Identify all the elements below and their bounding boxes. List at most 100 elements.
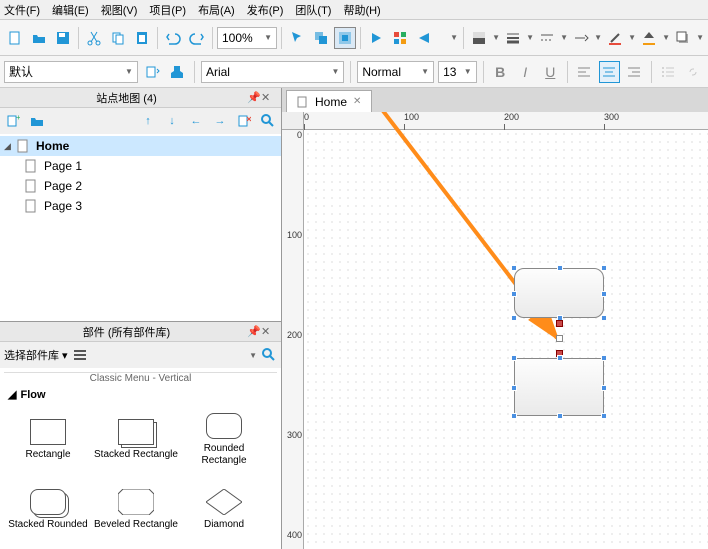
shape-rect[interactable]	[514, 358, 604, 416]
tree-page-2[interactable]: Page 2	[0, 176, 281, 196]
sitemap-tree: ◢ Home Page 1 Page 2 Page 3	[0, 134, 281, 321]
arrow-style-button[interactable]	[570, 27, 592, 49]
fill-color-dropdown[interactable]: ▼	[662, 33, 670, 42]
pin-icon[interactable]: 📌	[247, 91, 261, 104]
page-icon	[24, 179, 40, 193]
align-left-button[interactable]	[574, 61, 595, 83]
select-contain-button[interactable]	[334, 27, 356, 49]
toolbar-main: 100%▼ ▼ ▼ ▼ ▼ ▼ ▼ ▼ ▼	[0, 20, 708, 56]
close-icon[interactable]: ✕	[261, 91, 275, 104]
move-up-button[interactable]: ↑	[139, 112, 157, 130]
connector-mid[interactable]	[556, 335, 563, 342]
svg-text:+: +	[16, 114, 20, 122]
align-center-button[interactable]	[599, 61, 620, 83]
widget-beveled-rectangle[interactable]: Beveled Rectangle	[92, 475, 180, 545]
ruler-vertical[interactable]: 0 100 200 300 400	[282, 130, 304, 549]
widget-stacked-rectangle[interactable]: Stacked Rectangle	[92, 405, 180, 475]
menu-publish[interactable]: 发布(P)	[247, 2, 284, 18]
search-sitemap-button[interactable]	[259, 112, 277, 130]
tab-close-button[interactable]: ✕	[353, 96, 361, 107]
line-width-button[interactable]	[502, 27, 524, 49]
bold-button[interactable]: B	[490, 61, 511, 83]
paragraph-combo[interactable]: Normal▼	[357, 61, 434, 83]
line-color-button[interactable]	[604, 27, 626, 49]
font-size-combo[interactable]: 13▼	[438, 61, 477, 83]
widget-stacked-rounded[interactable]: Stacked Rounded	[4, 475, 92, 545]
ruler-corner	[282, 112, 304, 130]
menu-edit[interactable]: 编辑(E)	[52, 2, 89, 18]
format-painter-button[interactable]	[167, 61, 188, 83]
close-icon[interactable]: ✕	[261, 325, 275, 338]
align-right-button[interactable]	[624, 61, 645, 83]
pin-icon[interactable]: 📌	[247, 325, 261, 338]
fill-color-button[interactable]	[638, 27, 660, 49]
truncated-item[interactable]: Classic Menu - Vertical	[4, 372, 277, 384]
widget-diamond[interactable]: Diamond	[180, 475, 268, 545]
connector-start[interactable]	[556, 320, 563, 327]
category-flow[interactable]: ◢Flow	[4, 384, 277, 405]
bullet-list-button[interactable]	[658, 61, 679, 83]
undo-button[interactable]	[162, 27, 184, 49]
delete-page-button[interactable]	[235, 112, 253, 130]
page-icon	[297, 96, 309, 108]
library-selector[interactable]: 选择部件库 ▾	[4, 347, 68, 363]
left-panel: 站点地图 (4) 📌 ✕ + ↑ ↓ ← → ◢ Home Page 1	[0, 88, 282, 549]
zoom-combo[interactable]: 100%▼	[217, 27, 277, 49]
open-file-button[interactable]	[28, 27, 50, 49]
add-folder-button[interactable]	[28, 112, 46, 130]
select-intersect-button[interactable]	[310, 27, 332, 49]
tree-page-3[interactable]: Page 3	[0, 196, 281, 216]
annotation-arrow	[304, 130, 704, 380]
sitemap-header: 站点地图 (4) 📌 ✕	[0, 88, 281, 108]
preview-button[interactable]	[365, 27, 387, 49]
page-icon	[24, 199, 40, 213]
menu-project[interactable]: 项目(P)	[149, 2, 186, 18]
fill-button[interactable]	[468, 27, 490, 49]
shape-rounded-rect[interactable]	[514, 268, 604, 318]
menu-view[interactable]: 视图(V)	[101, 2, 138, 18]
paste-button[interactable]	[131, 27, 153, 49]
shadow-button[interactable]	[672, 27, 694, 49]
new-file-button[interactable]	[4, 27, 26, 49]
menu-team[interactable]: 团队(T)	[295, 2, 331, 18]
share-button[interactable]	[413, 27, 435, 49]
widget-rectangle[interactable]: Rectangle	[4, 405, 92, 475]
copy-button[interactable]	[107, 27, 129, 49]
tree-home[interactable]: ◢ Home	[0, 136, 281, 156]
redo-button[interactable]	[186, 27, 208, 49]
style-combo[interactable]: 默认▼	[4, 61, 138, 83]
save-button[interactable]	[52, 27, 74, 49]
add-page-button[interactable]: +	[4, 112, 22, 130]
menu-layout[interactable]: 布局(A)	[198, 2, 235, 18]
line-width-dropdown[interactable]: ▼	[526, 33, 534, 42]
menu-icon[interactable]	[72, 347, 88, 363]
more-button[interactable]: ▼	[437, 27, 459, 49]
underline-button[interactable]: U	[540, 61, 561, 83]
move-down-button[interactable]: ↓	[163, 112, 181, 130]
search-widgets-button[interactable]	[261, 347, 277, 363]
style-apply-button[interactable]	[142, 61, 163, 83]
font-combo[interactable]: Arial▼	[201, 61, 344, 83]
tree-page-1[interactable]: Page 1	[0, 156, 281, 176]
widget-rounded-rectangle[interactable]: Rounded Rectangle	[180, 405, 268, 475]
tab-home[interactable]: Home ✕	[286, 90, 372, 112]
cut-button[interactable]	[83, 27, 105, 49]
italic-button[interactable]: I	[515, 61, 536, 83]
fill-dropdown[interactable]: ▼	[492, 33, 500, 42]
link-button[interactable]	[683, 61, 704, 83]
canvas[interactable]	[304, 130, 708, 549]
page-icon	[16, 139, 32, 153]
widgets-header: 部件 (所有部件库) 📌 ✕	[0, 322, 281, 342]
menu-help[interactable]: 帮助(H)	[343, 2, 380, 18]
line-style-dropdown[interactable]: ▼	[560, 33, 568, 42]
outdent-button[interactable]: ←	[187, 112, 205, 130]
select-mode-button[interactable]	[286, 27, 308, 49]
indent-button[interactable]: →	[211, 112, 229, 130]
line-color-dropdown[interactable]: ▼	[628, 33, 636, 42]
arrow-style-dropdown[interactable]: ▼	[594, 33, 602, 42]
publish-button[interactable]	[389, 27, 411, 49]
ruler-horizontal[interactable]: 0 100 200 300	[304, 112, 708, 130]
menu-file[interactable]: 文件(F)	[4, 2, 40, 18]
shadow-dropdown[interactable]: ▼	[696, 33, 704, 42]
line-style-button[interactable]	[536, 27, 558, 49]
